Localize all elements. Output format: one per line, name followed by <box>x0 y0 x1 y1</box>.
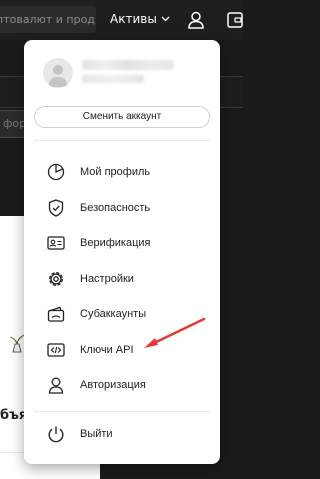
menu-item-settings[interactable]: Настройки <box>24 264 220 294</box>
menu-item-label: Авторизация <box>80 379 146 391</box>
switch-account-button[interactable]: Сменить аккаунт <box>34 106 210 128</box>
wallet-icon <box>46 304 66 324</box>
logout-label: Выйти <box>80 428 113 440</box>
id-card-icon <box>46 233 66 253</box>
logout-button[interactable]: Выйти <box>24 419 220 449</box>
blurred-account-name <box>82 60 174 70</box>
menu-item-security[interactable]: Безопасность <box>24 193 220 223</box>
gear-icon <box>46 269 66 289</box>
menu-item-label: Мой профиль <box>80 166 151 178</box>
menu-item-label: Ключи API <box>80 344 134 356</box>
menu-item-verification[interactable]: Верификация <box>24 228 220 258</box>
menu-item-label: Настройки <box>80 273 134 285</box>
avatar <box>43 58 73 88</box>
account-dropdown-menu: Сменить аккаунт Мой профиль Безопасность <box>24 40 220 464</box>
assets-label: Активы <box>110 12 157 26</box>
assets-menu-button[interactable]: Активы <box>110 12 170 26</box>
menu-item-authorization[interactable]: Авторизация <box>24 370 220 400</box>
chevron-down-icon <box>161 16 170 22</box>
user-profile-icon[interactable] <box>186 10 206 30</box>
menu-item-profile[interactable]: Мой профиль <box>24 157 220 187</box>
menu-divider <box>34 140 210 141</box>
menu-item-label: Верификация <box>80 237 151 249</box>
power-icon <box>46 424 66 444</box>
blurred-account-id <box>82 75 144 83</box>
menu-item-label: Безопасность <box>80 202 151 214</box>
menu-item-label: Субаккаунты <box>80 308 147 320</box>
wallet-icon[interactable] <box>226 10 246 30</box>
search-input[interactable]: птовалют и прод... <box>0 6 96 33</box>
shield-check-icon <box>46 198 66 218</box>
person-icon <box>46 375 66 395</box>
background-dark-column <box>218 150 243 479</box>
menu-divider <box>34 411 210 412</box>
pie-chart-icon <box>46 162 66 182</box>
red-arrow-annotation-icon <box>144 317 206 348</box>
top-navigation-bar: птовалют и прод... Активы <box>0 0 243 40</box>
api-key-icon <box>46 340 66 360</box>
